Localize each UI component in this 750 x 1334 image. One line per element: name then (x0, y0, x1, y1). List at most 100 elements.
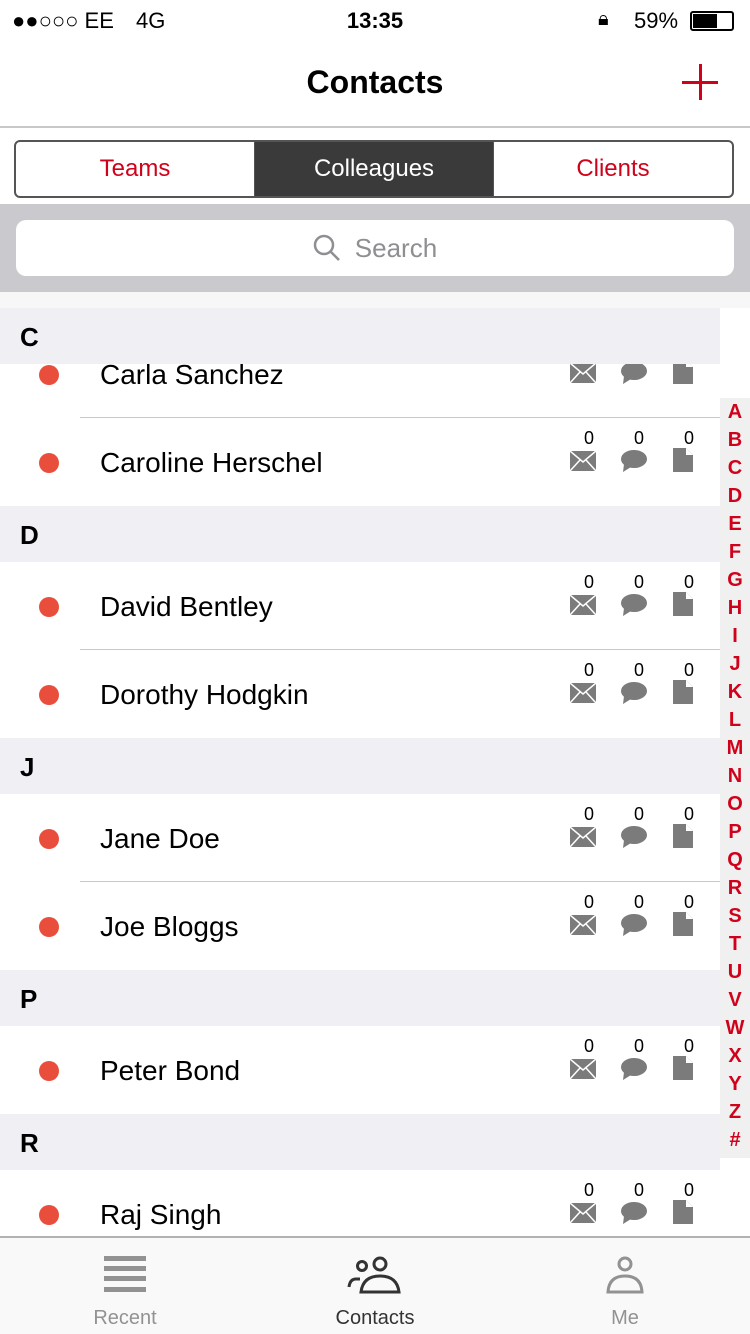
message-icon[interactable] (621, 1202, 647, 1229)
index-letter[interactable]: F (720, 538, 750, 566)
message-icon[interactable] (621, 914, 647, 941)
document-icon[interactable] (673, 364, 693, 389)
section-header: C (0, 308, 720, 364)
add-contact-button[interactable] (682, 64, 718, 100)
message-count: 0 (634, 804, 645, 824)
index-letter[interactable]: V (720, 986, 750, 1014)
index-letter[interactable]: U (720, 958, 750, 986)
message-icon[interactable] (621, 682, 647, 709)
index-letter[interactable]: # (720, 1126, 750, 1154)
tab-me[interactable]: Me (500, 1238, 750, 1334)
contact-name: Peter Bond (100, 1055, 241, 1086)
message-icon[interactable] (621, 594, 647, 621)
index-letter[interactable]: C (720, 454, 750, 482)
message-count: 0 (634, 660, 645, 680)
contact-name: Joe Bloggs (100, 911, 239, 942)
tab-label: Recent (93, 1307, 157, 1329)
contact-list[interactable]: C Carla Sanchez 0 0 0 Caroline Herschel … (0, 308, 720, 1236)
tab-label: Me (611, 1307, 639, 1329)
index-letter[interactable]: N (720, 762, 750, 790)
email-icon[interactable] (569, 1202, 597, 1228)
contact-row[interactable]: Peter Bond 0 0 0 (0, 1026, 720, 1114)
document-icon[interactable] (673, 680, 693, 709)
email-icon[interactable] (569, 594, 597, 620)
battery-percent: 59% (634, 8, 679, 33)
contact-name: Raj Singh (100, 1199, 222, 1230)
message-icon[interactable] (621, 826, 647, 853)
message-icon[interactable] (621, 450, 647, 477)
section-header: D (0, 506, 720, 562)
document-count: 0 (684, 1180, 695, 1200)
contact-row[interactable]: David Bentley 0 0 0 (0, 562, 720, 650)
index-letter[interactable]: O (720, 790, 750, 818)
index-letter[interactable]: K (720, 678, 750, 706)
document-count: 0 (684, 1036, 695, 1056)
tab-contacts[interactable]: Contacts (250, 1238, 500, 1334)
message-icon[interactable] (621, 364, 647, 389)
section-header: J (0, 738, 720, 794)
status-bar: ●●○○○ EE 4G 13:35 🔒︎ 59% (0, 0, 750, 40)
document-icon[interactable] (673, 448, 693, 477)
email-icon[interactable] (569, 1058, 597, 1084)
email-icon[interactable] (569, 826, 597, 852)
contact-row[interactable]: Carla Sanchez 0 0 0 (0, 364, 720, 418)
index-letter[interactable]: B (720, 426, 750, 454)
index-letter[interactable]: G (720, 566, 750, 594)
contact-row[interactable]: Caroline Herschel 0 0 0 (0, 418, 720, 506)
contact-row[interactable]: Joe Bloggs 0 0 0 (0, 882, 720, 970)
document-icon[interactable] (673, 592, 693, 621)
segmented-control: Teams Colleagues Clients (14, 140, 734, 198)
index-letter[interactable]: T (720, 930, 750, 958)
index-letter[interactable]: M (720, 734, 750, 762)
email-count: 0 (584, 1036, 595, 1056)
search-icon (313, 234, 340, 261)
section-header: P (0, 970, 720, 1026)
index-letter[interactable]: E (720, 510, 750, 538)
index-letter[interactable]: W (720, 1014, 750, 1042)
document-icon[interactable] (673, 1200, 693, 1229)
index-letter[interactable]: A (720, 398, 750, 426)
index-letter[interactable]: L (720, 706, 750, 734)
index-letter[interactable]: Y (720, 1070, 750, 1098)
index-letter[interactable]: P (720, 818, 750, 846)
person-icon (606, 1256, 644, 1294)
rotation-lock-icon: 🔒︎ (598, 8, 609, 30)
tab-bar: Recent Contacts Me (0, 1236, 750, 1334)
tab-recent[interactable]: Recent (0, 1238, 250, 1334)
index-letter[interactable]: Q (720, 846, 750, 874)
document-count: 0 (684, 892, 695, 912)
document-icon[interactable] (673, 912, 693, 941)
segment-clients[interactable]: Clients (494, 142, 732, 196)
index-letter[interactable]: R (720, 874, 750, 902)
contact-row[interactable]: Raj Singh 0 0 0 (0, 1170, 720, 1236)
search-bar: Search (0, 204, 750, 292)
search-input[interactable]: Search (16, 220, 734, 276)
document-icon[interactable] (673, 1056, 693, 1085)
index-letter[interactable]: S (720, 902, 750, 930)
document-count: 0 (684, 572, 695, 592)
index-letter[interactable]: Z (720, 1098, 750, 1126)
status-dot (39, 917, 59, 937)
contact-row[interactable]: Jane Doe 0 0 0 (0, 794, 720, 882)
email-icon[interactable] (569, 364, 597, 388)
document-icon[interactable] (673, 824, 693, 853)
segment-colleagues[interactable]: Colleagues (255, 142, 494, 196)
index-letter[interactable]: H (720, 594, 750, 622)
segment-teams[interactable]: Teams (16, 142, 255, 196)
status-dot (39, 1061, 59, 1081)
index-letter[interactable]: X (720, 1042, 750, 1070)
email-icon[interactable] (569, 450, 597, 476)
alphabet-index[interactable]: A B C D E F G H I J K L M N O P Q R S T U V W X Y Z # (720, 398, 750, 1158)
email-icon[interactable] (569, 914, 597, 940)
index-letter[interactable]: I (720, 622, 750, 650)
section-header: R (0, 1114, 720, 1170)
email-icon[interactable] (569, 682, 597, 708)
index-letter[interactable]: D (720, 482, 750, 510)
message-icon[interactable] (621, 1058, 647, 1085)
message-count: 0 (634, 428, 645, 448)
index-letter[interactable]: J (720, 650, 750, 678)
email-count: 0 (584, 660, 595, 680)
status-dot (39, 597, 59, 617)
contact-row[interactable]: Dorothy Hodgkin 0 0 0 (0, 650, 720, 738)
status-dot (39, 453, 59, 473)
